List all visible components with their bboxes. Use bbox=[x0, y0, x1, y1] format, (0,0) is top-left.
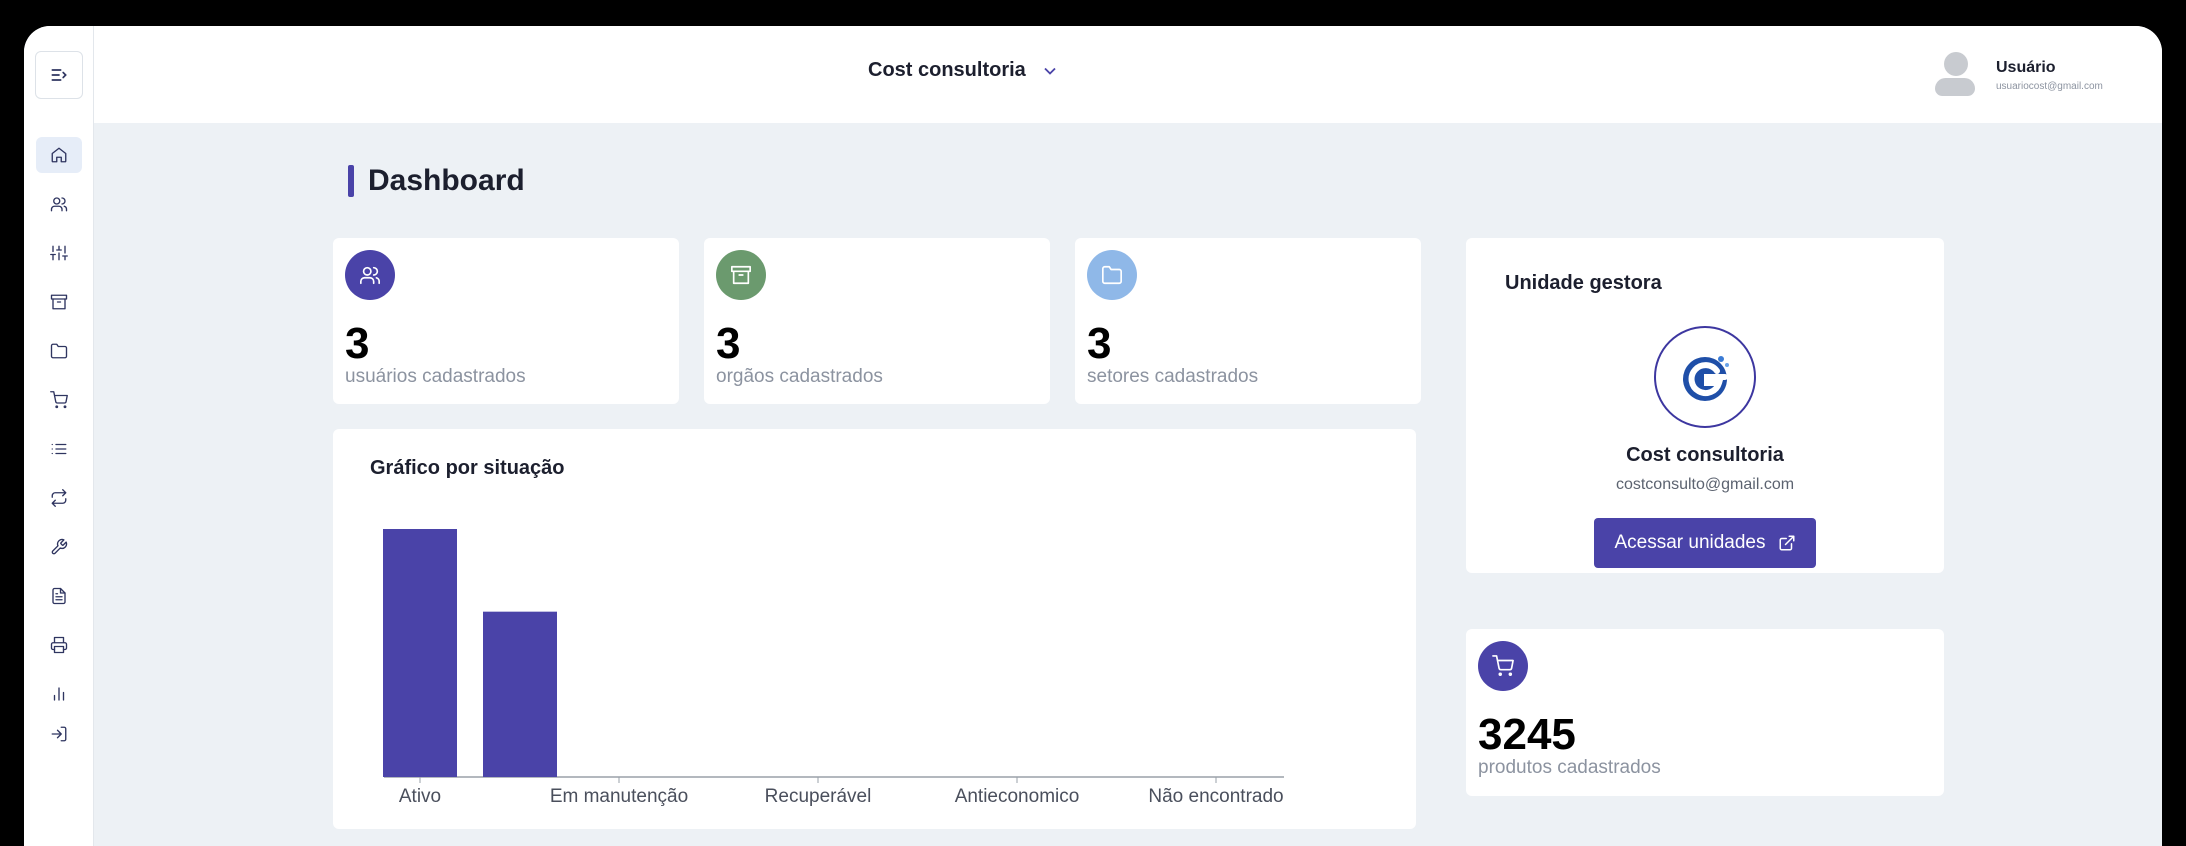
folder-icon bbox=[1102, 265, 1122, 285]
sidebar-item-document[interactable] bbox=[36, 578, 82, 614]
sidebar-item-settings[interactable] bbox=[36, 235, 82, 271]
stat-card-users: 3 usuários cadastrados bbox=[333, 238, 679, 404]
sliders-icon bbox=[50, 245, 68, 261]
stat-card-organs: 3 orgãos cadastrados bbox=[704, 238, 1050, 404]
chart-bar-1 bbox=[483, 611, 557, 777]
access-units-button[interactable]: Acessar unidades bbox=[1594, 518, 1816, 568]
stat-icon-circle bbox=[716, 250, 766, 300]
stat-value: 3 bbox=[716, 319, 741, 368]
chart-bar-0 bbox=[383, 529, 457, 777]
sidebar-item-logout[interactable] bbox=[36, 716, 82, 752]
log-in-icon bbox=[51, 726, 67, 742]
stat-icon-circle bbox=[1478, 641, 1528, 691]
printer-icon bbox=[50, 636, 68, 654]
wrench-icon bbox=[51, 538, 68, 555]
home-icon bbox=[51, 147, 67, 163]
stat-card-sectors: 3 setores cadastrados bbox=[1075, 238, 1421, 404]
stat-value: 3 bbox=[1087, 319, 1112, 368]
stat-label: setores cadastrados bbox=[1087, 366, 1259, 387]
menu-toggle-button[interactable] bbox=[35, 51, 83, 99]
external-link-icon bbox=[1779, 535, 1795, 551]
title-accent-bar bbox=[348, 165, 354, 197]
user-profile[interactable]: Usuário usuariocost@gmail.com bbox=[1934, 52, 2103, 98]
file-icon bbox=[52, 587, 66, 605]
stat-card-products: 3245 produtos cadastrados bbox=[1466, 629, 1944, 796]
page-title: Dashboard bbox=[348, 164, 525, 198]
avatar bbox=[1934, 52, 1976, 98]
menu-expand-icon bbox=[51, 69, 67, 81]
archive-icon bbox=[50, 294, 68, 310]
stat-icon-circle bbox=[1087, 250, 1137, 300]
sidebar bbox=[24, 26, 94, 846]
page-title-text: Dashboard bbox=[368, 164, 525, 197]
users-icon bbox=[50, 197, 68, 212]
cart-icon bbox=[1492, 655, 1514, 676]
cart-icon bbox=[50, 391, 68, 409]
folder-icon bbox=[50, 343, 68, 359]
chevron-down-icon bbox=[1044, 67, 1056, 75]
top-bar: Cost consultoria Usuário usuariocost@gma… bbox=[94, 26, 2162, 123]
unit-card-title: Unidade gestora bbox=[1505, 272, 1662, 294]
x-tick-label: Não encontrado bbox=[1148, 786, 1283, 807]
archive-icon bbox=[731, 265, 751, 285]
x-tick-label: Antieconomico bbox=[955, 786, 1080, 807]
user-email: usuariocost@gmail.com bbox=[1996, 80, 2103, 92]
sidebar-item-print[interactable] bbox=[36, 627, 82, 663]
app-window: Cost consultoria Usuário usuariocost@gma… bbox=[24, 26, 2162, 846]
sidebar-item-transfer[interactable] bbox=[36, 480, 82, 516]
stat-label: usuários cadastrados bbox=[345, 366, 526, 387]
stat-value: 3 bbox=[345, 319, 370, 368]
stat-label: orgãos cadastrados bbox=[716, 366, 883, 387]
sidebar-item-folder[interactable] bbox=[36, 333, 82, 369]
unit-name: Cost consultoria bbox=[1626, 444, 1784, 466]
sidebar-item-archive[interactable] bbox=[36, 284, 82, 320]
access-units-label: Acessar unidades bbox=[1614, 532, 1766, 553]
sidebar-item-cart[interactable] bbox=[36, 382, 82, 418]
company-logo-icon bbox=[1683, 356, 1729, 401]
sidebar-item-reports[interactable] bbox=[36, 676, 82, 712]
x-tick-label: Em manutenção bbox=[550, 786, 688, 807]
organization-name: Cost consultoria bbox=[868, 59, 1026, 81]
stat-label: produtos cadastrados bbox=[1478, 757, 1661, 778]
organization-selector[interactable]: Cost consultoria bbox=[868, 59, 1060, 82]
users-icon bbox=[360, 266, 380, 285]
unit-email: costconsulto@gmail.com bbox=[1615, 476, 1795, 493]
user-name: Usuário bbox=[1996, 58, 2056, 76]
unit-card: Unidade gestora Cost consultoria costcon… bbox=[1466, 238, 1944, 573]
situation-bar-chart: Ativo Em manutenção Recuperável Antieconomi… bbox=[383, 529, 1284, 807]
x-tick-label: Ativo bbox=[399, 786, 441, 807]
sidebar-item-users[interactable] bbox=[36, 186, 82, 222]
repeat-icon bbox=[51, 489, 67, 507]
sidebar-item-tools[interactable] bbox=[36, 529, 82, 565]
sidebar-item-list[interactable] bbox=[36, 431, 82, 467]
stat-value: 3245 bbox=[1478, 710, 1576, 759]
bar-chart-icon bbox=[53, 687, 65, 701]
sidebar-item-home[interactable] bbox=[36, 137, 82, 173]
list-icon bbox=[51, 443, 67, 455]
chart-card: Gráfico por situação Ativo Em manutenção R… bbox=[333, 429, 1416, 829]
stat-icon-circle bbox=[345, 250, 395, 300]
unit-logo bbox=[1654, 326, 1756, 428]
x-tick-label: Recuperável bbox=[765, 786, 872, 807]
